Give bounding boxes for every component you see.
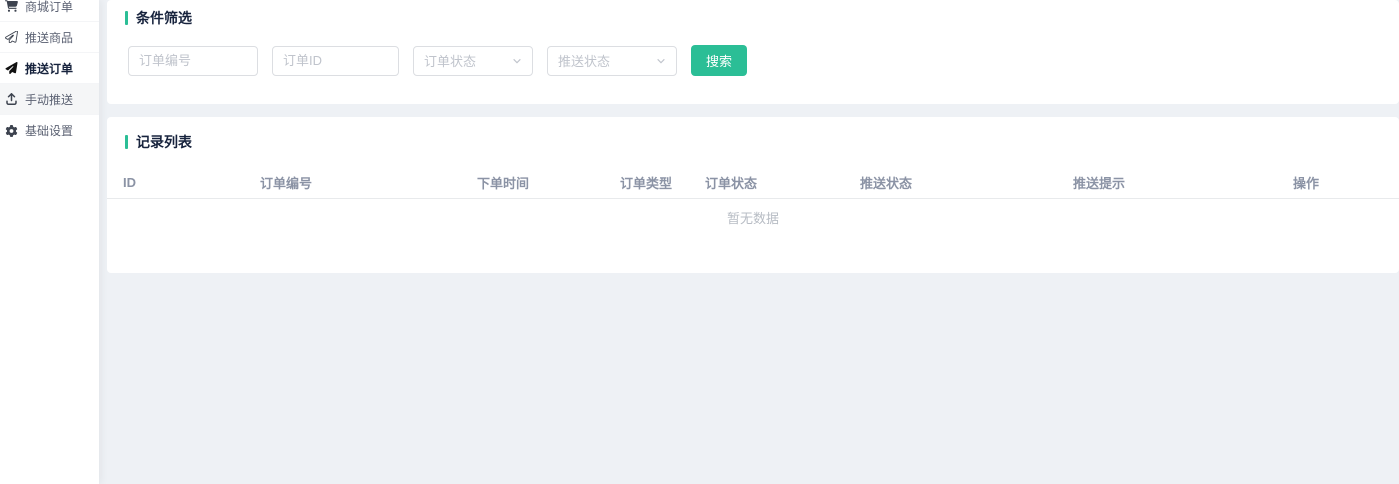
records-panel-title: 记录列表: [107, 132, 1399, 152]
filter-panel: 条件筛选 订单状态 推送状态 搜索: [107, 0, 1399, 104]
upload-icon: [4, 93, 19, 106]
chevron-down-icon: [656, 56, 666, 66]
gears-icon: [4, 124, 19, 137]
sidebar-item-label: 商城订单: [25, 0, 73, 15]
filter-panel-title: 条件筛选: [125, 8, 1383, 28]
sidebar-item-label: 基础设置: [25, 122, 73, 139]
sidebar-item-mall-orders[interactable]: 商城订单: [0, 0, 99, 22]
main-content: 条件筛选 订单状态 推送状态 搜索: [99, 0, 1399, 484]
order-status-select[interactable]: 订单状态: [413, 46, 533, 76]
sidebar-item-push-products[interactable]: 推送商品: [0, 22, 99, 53]
empty-state: 暂无数据: [107, 199, 1399, 235]
column-header-id: ID: [123, 175, 260, 190]
sidebar-menu: 商城订单 推送商品 推送订单 手动推送: [0, 0, 99, 146]
sidebar: 商城订单 推送商品 推送订单 手动推送: [0, 0, 99, 484]
title-accent-bar: [125, 135, 128, 149]
app-window: 商城订单 推送商品 推送订单 手动推送: [0, 0, 1399, 484]
push-status-select[interactable]: 推送状态: [547, 46, 677, 76]
sidebar-item-manual-push[interactable]: 手动推送: [0, 84, 99, 115]
push-status-select-value: 推送状态: [558, 51, 610, 70]
filter-row: 订单状态 推送状态 搜索: [125, 45, 1383, 76]
sidebar-item-label: 手动推送: [25, 91, 73, 108]
sidebar-item-push-orders[interactable]: 推送订单: [0, 53, 99, 84]
order-number-input[interactable]: [128, 46, 258, 76]
sidebar-item-label: 推送商品: [25, 29, 73, 46]
column-header-push-tip: 推送提示: [1073, 173, 1293, 192]
title-accent-bar: [125, 11, 128, 25]
sidebar-item-label: 推送订单: [25, 60, 73, 77]
paper-plane-outline-icon: [4, 31, 19, 44]
column-header-order-number: 订单编号: [260, 173, 477, 192]
column-header-order-status: 订单状态: [705, 173, 860, 192]
column-header-actions: 操作: [1293, 173, 1383, 192]
records-title-text: 记录列表: [136, 132, 192, 152]
paper-plane-icon: [4, 62, 19, 75]
order-id-input[interactable]: [272, 46, 399, 76]
shopping-cart-icon: [4, 0, 19, 13]
sidebar-item-basic-settings[interactable]: 基础设置: [0, 115, 99, 146]
card-gap: [107, 104, 1399, 117]
records-table-header: ID 订单编号 下单时间 订单类型 订单状态 推送状态 推送提示 操作: [107, 167, 1399, 199]
column-header-push-status: 推送状态: [860, 173, 1073, 192]
records-panel: 记录列表 ID 订单编号 下单时间 订单类型 订单状态 推送状态 推送提示 操作…: [107, 117, 1399, 273]
order-status-select-value: 订单状态: [424, 51, 476, 70]
empty-state-text: 暂无数据: [727, 208, 779, 227]
search-button[interactable]: 搜索: [691, 45, 747, 76]
filter-title-text: 条件筛选: [136, 8, 192, 28]
chevron-down-icon: [512, 56, 522, 66]
column-header-order-type: 订单类型: [620, 173, 705, 192]
column-header-order-time: 下单时间: [477, 173, 620, 192]
